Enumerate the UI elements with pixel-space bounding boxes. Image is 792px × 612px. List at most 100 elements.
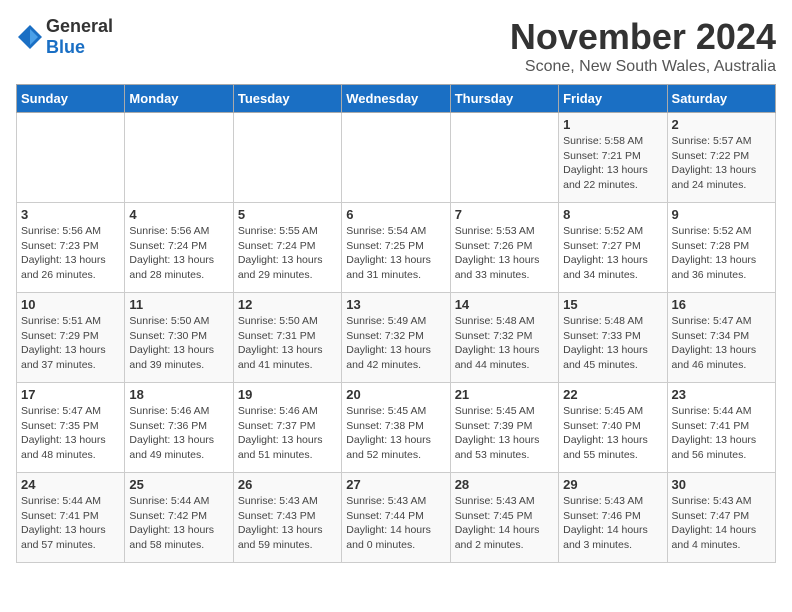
day-number: 29 [563, 477, 662, 492]
day-info: Sunrise: 5:49 AM Sunset: 7:32 PM Dayligh… [346, 314, 445, 373]
day-number: 5 [238, 207, 337, 222]
calendar-week-row: 10 Sunrise: 5:51 AM Sunset: 7:29 PM Dayli… [17, 293, 776, 383]
page-header: General Blue November 2024 Scone, New So… [16, 16, 776, 76]
day-number: 24 [21, 477, 120, 492]
weekday-header-wednesday: Wednesday [342, 85, 450, 113]
calendar-cell: 12 Sunrise: 5:50 AM Sunset: 7:31 PM Dayli… [233, 293, 341, 383]
title-block: November 2024 Scone, New South Wales, Au… [510, 16, 776, 76]
calendar-cell: 26 Sunrise: 5:43 AM Sunset: 7:43 PM Dayli… [233, 473, 341, 563]
day-info: Sunrise: 5:48 AM Sunset: 7:32 PM Dayligh… [455, 314, 554, 373]
day-info: Sunrise: 5:52 AM Sunset: 7:27 PM Dayligh… [563, 224, 662, 283]
day-info: Sunrise: 5:46 AM Sunset: 7:37 PM Dayligh… [238, 404, 337, 463]
calendar-cell [342, 113, 450, 203]
day-info: Sunrise: 5:58 AM Sunset: 7:21 PM Dayligh… [563, 134, 662, 193]
weekday-header-friday: Friday [559, 85, 667, 113]
calendar-cell: 6 Sunrise: 5:54 AM Sunset: 7:25 PM Daylig… [342, 203, 450, 293]
day-info: Sunrise: 5:48 AM Sunset: 7:33 PM Dayligh… [563, 314, 662, 373]
calendar-cell: 18 Sunrise: 5:46 AM Sunset: 7:36 PM Dayli… [125, 383, 233, 473]
day-number: 15 [563, 297, 662, 312]
day-info: Sunrise: 5:44 AM Sunset: 7:41 PM Dayligh… [672, 404, 771, 463]
day-number: 7 [455, 207, 554, 222]
day-info: Sunrise: 5:52 AM Sunset: 7:28 PM Dayligh… [672, 224, 771, 283]
calendar-cell: 21 Sunrise: 5:45 AM Sunset: 7:39 PM Dayli… [450, 383, 558, 473]
calendar-cell [125, 113, 233, 203]
calendar-cell: 1 Sunrise: 5:58 AM Sunset: 7:21 PM Daylig… [559, 113, 667, 203]
day-number: 1 [563, 117, 662, 132]
logo: General Blue [16, 16, 113, 58]
calendar-cell: 3 Sunrise: 5:56 AM Sunset: 7:23 PM Daylig… [17, 203, 125, 293]
day-number: 25 [129, 477, 228, 492]
calendar-cell: 7 Sunrise: 5:53 AM Sunset: 7:26 PM Daylig… [450, 203, 558, 293]
day-number: 27 [346, 477, 445, 492]
day-number: 12 [238, 297, 337, 312]
calendar-cell: 30 Sunrise: 5:43 AM Sunset: 7:47 PM Dayli… [667, 473, 775, 563]
calendar-cell: 24Sunrise: 5:44 AM Sunset: 7:41 PM Dayli… [17, 473, 125, 563]
calendar-cell: 10 Sunrise: 5:51 AM Sunset: 7:29 PM Dayli… [17, 293, 125, 383]
calendar-cell: 27Sunrise: 5:43 AM Sunset: 7:44 PM Dayli… [342, 473, 450, 563]
day-info: Sunrise: 5:53 AM Sunset: 7:26 PM Dayligh… [455, 224, 554, 283]
day-number: 3 [21, 207, 120, 222]
day-number: 14 [455, 297, 554, 312]
day-info: Sunrise: 5:50 AM Sunset: 7:31 PM Dayligh… [238, 314, 337, 373]
day-info: Sunrise: 5:44 AM Sunset: 7:42 PM Dayligh… [129, 494, 228, 553]
calendar-cell: 15 Sunrise: 5:48 AM Sunset: 7:33 PM Dayli… [559, 293, 667, 383]
calendar-cell: 11 Sunrise: 5:50 AM Sunset: 7:30 PM Dayli… [125, 293, 233, 383]
day-info: Sunrise: 5:54 AM Sunset: 7:25 PM Dayligh… [346, 224, 445, 283]
day-number: 23 [672, 387, 771, 402]
day-info: Sunrise: 5:57 AM Sunset: 7:22 PM Dayligh… [672, 134, 771, 193]
calendar-cell [233, 113, 341, 203]
day-info: Sunrise: 5:47 AM Sunset: 7:35 PM Dayligh… [21, 404, 120, 463]
day-number: 18 [129, 387, 228, 402]
day-info: Sunrise: 5:45 AM Sunset: 7:40 PM Dayligh… [563, 404, 662, 463]
day-number: 26 [238, 477, 337, 492]
day-number: 11 [129, 297, 228, 312]
calendar-cell: 4Sunrise: 5:56 AM Sunset: 7:24 PM Daylig… [125, 203, 233, 293]
calendar-week-row: 1 Sunrise: 5:58 AM Sunset: 7:21 PM Daylig… [17, 113, 776, 203]
weekday-header-monday: Monday [125, 85, 233, 113]
day-info: Sunrise: 5:56 AM Sunset: 7:23 PM Dayligh… [21, 224, 120, 283]
calendar-week-row: 3 Sunrise: 5:56 AM Sunset: 7:23 PM Daylig… [17, 203, 776, 293]
day-info: Sunrise: 5:45 AM Sunset: 7:39 PM Dayligh… [455, 404, 554, 463]
day-number: 2 [672, 117, 771, 132]
weekday-header-sunday: Sunday [17, 85, 125, 113]
weekday-header-row: SundayMondayTuesdayWednesdayThursdayFrid… [17, 85, 776, 113]
calendar-cell: 20Sunrise: 5:45 AM Sunset: 7:38 PM Dayli… [342, 383, 450, 473]
day-info: Sunrise: 5:43 AM Sunset: 7:47 PM Dayligh… [672, 494, 771, 553]
day-info: Sunrise: 5:51 AM Sunset: 7:29 PM Dayligh… [21, 314, 120, 373]
calendar-cell: 5 Sunrise: 5:55 AM Sunset: 7:24 PM Daylig… [233, 203, 341, 293]
day-number: 13 [346, 297, 445, 312]
day-number: 17 [21, 387, 120, 402]
day-info: Sunrise: 5:45 AM Sunset: 7:38 PM Dayligh… [346, 404, 445, 463]
day-number: 8 [563, 207, 662, 222]
weekday-header-tuesday: Tuesday [233, 85, 341, 113]
calendar-cell: 13 Sunrise: 5:49 AM Sunset: 7:32 PM Dayli… [342, 293, 450, 383]
logo-text-general: General [46, 16, 113, 36]
day-info: Sunrise: 5:50 AM Sunset: 7:30 PM Dayligh… [129, 314, 228, 373]
calendar-table: SundayMondayTuesdayWednesdayThursdayFrid… [16, 84, 776, 563]
day-number: 10 [21, 297, 120, 312]
calendar-week-row: 17 Sunrise: 5:47 AM Sunset: 7:35 PM Dayli… [17, 383, 776, 473]
calendar-cell: 2 Sunrise: 5:57 AM Sunset: 7:22 PM Daylig… [667, 113, 775, 203]
calendar-cell [17, 113, 125, 203]
location-title: Scone, New South Wales, Australia [510, 58, 776, 76]
weekday-header-thursday: Thursday [450, 85, 558, 113]
day-info: Sunrise: 5:43 AM Sunset: 7:43 PM Dayligh… [238, 494, 337, 553]
calendar-cell: 28Sunrise: 5:43 AM Sunset: 7:45 PM Dayli… [450, 473, 558, 563]
calendar-cell: 9Sunrise: 5:52 AM Sunset: 7:28 PM Daylig… [667, 203, 775, 293]
logo-icon [16, 23, 44, 51]
day-number: 22 [563, 387, 662, 402]
day-number: 30 [672, 477, 771, 492]
day-info: Sunrise: 5:56 AM Sunset: 7:24 PM Dayligh… [129, 224, 228, 283]
calendar-cell: 29 Sunrise: 5:43 AM Sunset: 7:46 PM Dayli… [559, 473, 667, 563]
day-info: Sunrise: 5:55 AM Sunset: 7:24 PM Dayligh… [238, 224, 337, 283]
day-info: Sunrise: 5:46 AM Sunset: 7:36 PM Dayligh… [129, 404, 228, 463]
month-title: November 2024 [510, 16, 776, 58]
calendar-week-row: 24Sunrise: 5:44 AM Sunset: 7:41 PM Dayli… [17, 473, 776, 563]
day-number: 6 [346, 207, 445, 222]
day-number: 21 [455, 387, 554, 402]
day-info: Sunrise: 5:43 AM Sunset: 7:46 PM Dayligh… [563, 494, 662, 553]
day-number: 19 [238, 387, 337, 402]
day-info: Sunrise: 5:47 AM Sunset: 7:34 PM Dayligh… [672, 314, 771, 373]
calendar-cell: 23 Sunrise: 5:44 AM Sunset: 7:41 PM Dayli… [667, 383, 775, 473]
logo-text-blue: Blue [46, 37, 85, 57]
